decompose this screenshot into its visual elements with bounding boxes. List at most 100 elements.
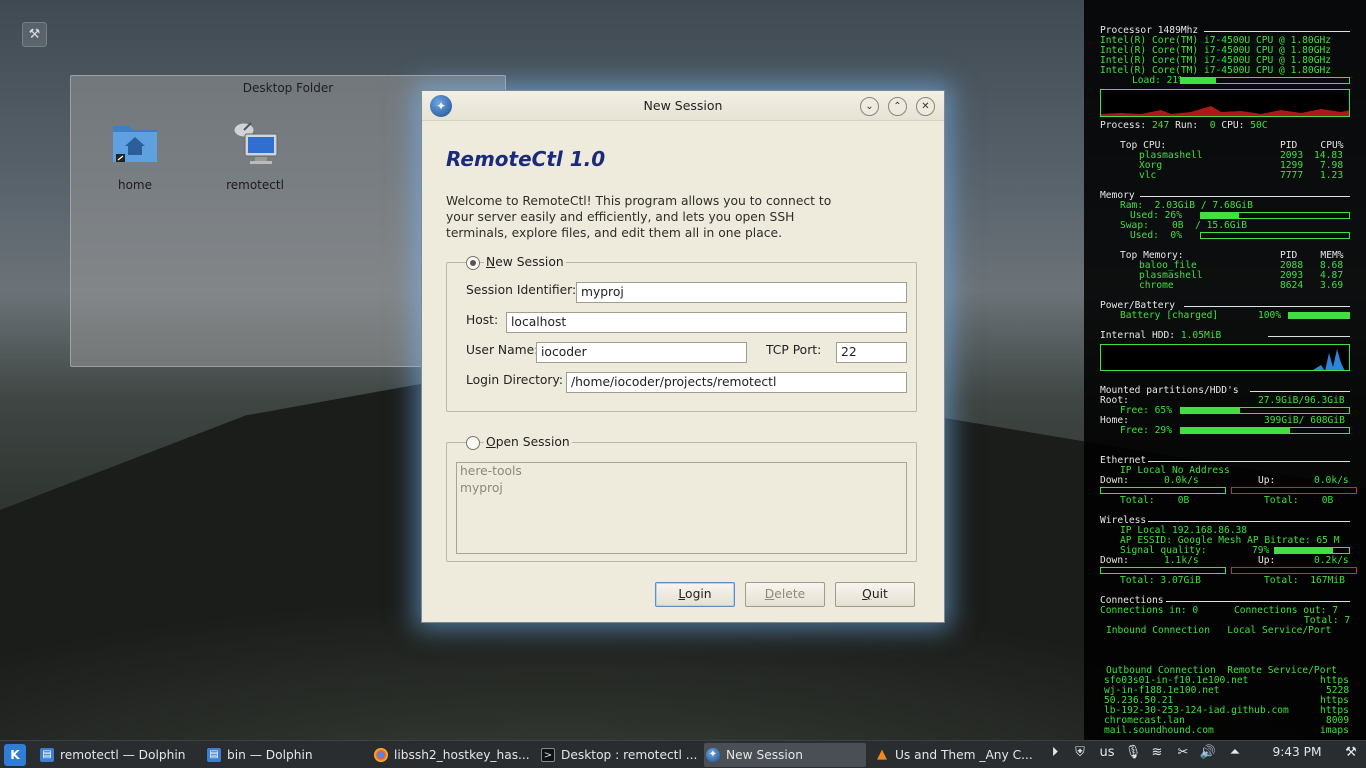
divider [1184,306,1350,307]
session-list-item[interactable]: myproj [457,480,906,497]
login-directory-input[interactable]: /home/iocoder/projects/remotectl [566,372,907,393]
dialog-titlebar[interactable]: ✦ New Session ⌄ ⌃ ✕ [422,91,944,121]
session-list-item[interactable]: here-tools [457,463,906,480]
desktop-icon-home[interactable]: home [95,120,175,192]
home-bar-fill [1181,428,1291,433]
outbound-host: mail.soundhound.com [1104,725,1214,736]
task-new-session[interactable]: ✦ New Session [704,743,866,767]
new-session-group: New Session Session Identifier: myproj H… [446,255,917,412]
signal-quality-bar-fill [1275,548,1334,553]
eth-down-label: Down: [1100,475,1129,486]
task-label: Desktop : remotectl ... [561,748,698,762]
hdd-graph [1100,344,1350,371]
volume-icon[interactable]: 🔊 [1199,745,1217,760]
divider [1148,461,1350,462]
eth-up-value: 0.0k/s [1314,475,1349,486]
session-id-label: Session Identifier: [466,283,577,297]
desktop-toolbox-button[interactable]: ⚒ [22,22,47,47]
wl-total-down: Total: 3.07GiB [1120,575,1201,586]
hdd-value: 1.05MiB [1180,330,1222,341]
new-session-radio[interactable] [466,256,480,270]
vlc-icon: ▲ [877,747,887,762]
app-title: RemoteCtl 1.0 [446,147,606,171]
battery-percent: 100% [1258,310,1282,321]
home-bar [1180,427,1350,434]
host-input[interactable]: localhost [506,312,907,333]
microphone-icon[interactable]: 🎙 [1124,745,1142,760]
run-label: Run: [1175,120,1199,131]
dolphin-icon: ▤ [40,748,54,762]
process-count: 247 [1152,120,1170,131]
inbound-columns: Inbound Connection Local Service/Port [1106,625,1332,636]
run-count: 0 [1209,120,1216,131]
top-cpu-val: 1.23 [1320,170,1344,181]
hdd-line: Internal HDD: 1.05MiB [1100,331,1221,341]
swap-used: Used: 0% [1130,230,1182,241]
maximize-button[interactable]: ⌃ [888,97,907,116]
divider [1204,31,1350,32]
dolphin-icon: ▤ [207,748,221,762]
wl-down-graph [1100,567,1226,574]
wl-up-graph [1231,567,1357,574]
eth-total-up: Total: 0B [1264,495,1334,506]
divider [1140,196,1350,197]
show-hidden-icons-icon[interactable]: ⏶ [1226,745,1244,760]
new-session-dialog: ✦ New Session ⌄ ⌃ ✕ RemoteCtl 1.0 Welcom… [421,90,945,623]
open-session-radio[interactable] [466,436,480,450]
top-mem-val: 3.69 [1320,280,1344,291]
shield-icon[interactable]: ⛨ [1071,745,1089,760]
open-session-label[interactable]: Open Session [484,435,572,449]
task-chrome[interactable]: libssh2_hostkey_has... [372,743,532,767]
minimize-button[interactable]: ⌄ [860,97,879,116]
task-label: remotectl — Dolphin [60,748,186,762]
task-terminal[interactable]: > Desktop : remotectl ... [539,743,699,767]
delete-button[interactable]: Delete [745,582,825,607]
welcome-text: Welcome to RemoteCtl! This program allow… [446,194,832,240]
session-id-input[interactable]: myproj [576,282,907,303]
eth-down-value: 0.0k/s [1164,475,1199,486]
kdeconnect-icon[interactable]: ✂ [1174,745,1192,760]
clock[interactable]: 9:43 PM [1262,745,1332,759]
new-session-label[interactable]: New Session [484,255,566,269]
close-button[interactable]: ✕ [916,97,935,116]
chevron-down-icon: ⌄ [865,101,874,112]
login-button[interactable]: Login [655,582,735,607]
battery-bar-fill [1289,313,1349,318]
ram-bar-fill [1201,213,1240,218]
application-launcher-button[interactable]: K [4,744,26,766]
task-label: libssh2_hostkey_has... [394,748,530,762]
chrome-icon [374,748,388,762]
session-list[interactable]: here-tools myproj [456,462,907,554]
top-mem-name: chrome [1139,280,1174,291]
task-dolphin-remotectl[interactable]: ▤ remotectl — Dolphin [38,743,198,767]
cpu-temp-label: CPU: [1221,120,1245,131]
wl-down-label: Down: [1100,555,1129,566]
wifi-icon[interactable]: ≋ [1148,745,1166,760]
remotectl-icon: ✦ [706,748,720,762]
panel-settings-icon[interactable]: ⚒ [1342,745,1360,760]
keyboard-layout[interactable]: us [1096,745,1118,760]
top-cpu-name: vlc [1139,170,1157,181]
close-icon: ✕ [921,101,930,112]
system-monitor-panel: Processor 1489Mhz Intel(R) Core(TM) i7-4… [1084,0,1366,740]
divider [1148,521,1350,522]
user-name-label: User Name: [466,343,539,357]
task-dolphin-bin[interactable]: ▤ bin — Dolphin [205,743,365,767]
divider [1250,391,1350,392]
network-computer-icon [231,120,279,168]
user-name-input[interactable]: iocoder [536,342,747,363]
desktop-icon-remotectl[interactable]: remotectl [215,120,295,192]
desktop-icon-label: remotectl [226,178,284,192]
tcp-port-input[interactable]: 22 [836,342,907,363]
root-usage: 27.9GiB/96.3GiB [1258,395,1345,406]
load-bar [1180,77,1350,84]
media-player-icon[interactable]: ⏵ [1046,745,1064,760]
eth-down-graph [1100,487,1226,494]
task-label: Us and Them _Any C... [895,748,1033,762]
quit-button-rest: uit [871,587,888,601]
task-vlc[interactable]: ▲ Us and Them _Any C... [873,743,1033,767]
divider [1166,601,1350,602]
quit-button[interactable]: Quit [835,582,915,607]
delete-button-rest: elete [774,587,806,601]
battery-bar [1288,312,1350,319]
